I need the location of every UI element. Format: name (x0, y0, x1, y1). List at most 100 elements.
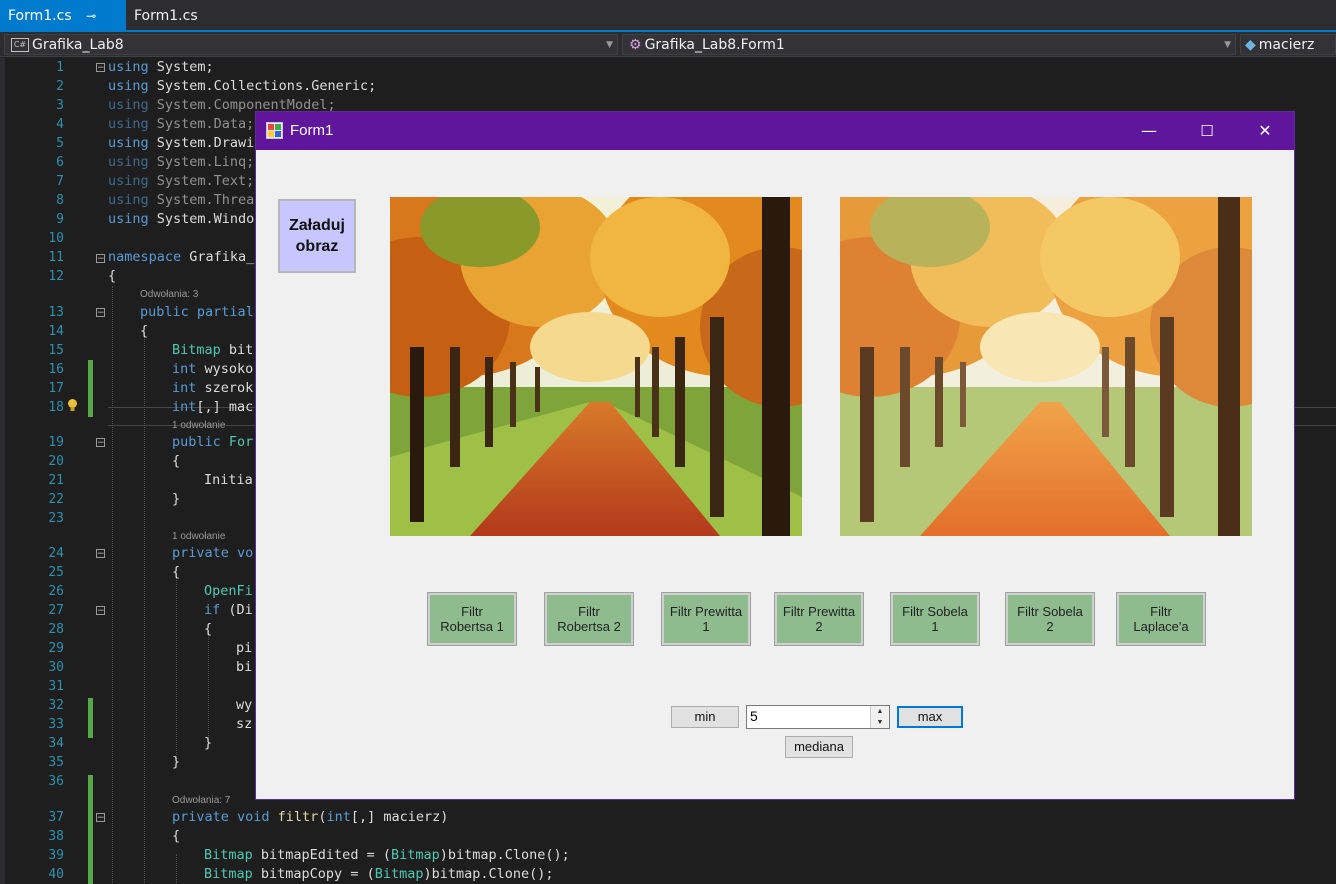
filtered-image (840, 197, 1252, 536)
code-text: bitmapCopy = ( (252, 866, 375, 882)
line-number: 7 (56, 174, 64, 189)
line-number: 14 (48, 324, 64, 339)
code-line: { (140, 323, 149, 339)
line-number: 5 (56, 136, 64, 151)
window-title: Form1 (290, 122, 334, 139)
reference-count-hint[interactable]: Odwołania: 7 (172, 795, 230, 806)
code-line: using System.Drawi (108, 134, 254, 153)
code-line: bi (236, 659, 253, 675)
line-number: 2 (56, 79, 64, 94)
minimize-button[interactable]: — (1126, 112, 1172, 150)
keyword: int (172, 361, 197, 377)
collapse-icon[interactable]: − (96, 438, 105, 448)
line-number: 13 (48, 305, 64, 320)
line-number: 36 (48, 774, 64, 789)
spin-up-icon[interactable]: ▲ (871, 706, 889, 717)
type-name: Bitmap (204, 866, 253, 882)
close-button[interactable]: ✕ (1242, 112, 1288, 150)
load-image-button[interactable]: Załaduj obraz (278, 199, 356, 273)
collapse-icon[interactable]: − (96, 254, 105, 264)
reference-count-hint[interactable]: 1 odwołanie (172, 420, 225, 431)
code-text: System; (148, 59, 214, 75)
filter-prewitt-2-button[interactable]: Filtr Prewitta 2 (774, 592, 864, 646)
code-line: namespace Grafika_ (108, 248, 254, 267)
line-number: 4 (56, 117, 64, 132)
code-line: private void filtr(int[,] macierz) (172, 808, 448, 827)
code-line: if (Di (204, 601, 253, 620)
line-number: 26 (48, 584, 64, 599)
filter-roberts-1-button[interactable]: Filtr Robertsa 1 (427, 592, 517, 646)
line-number: 32 (48, 698, 64, 713)
tab-label: Form1.cs (8, 8, 72, 24)
type-name: Bitmap (204, 847, 253, 863)
collapse-icon[interactable]: − (96, 549, 105, 559)
collapse-icon[interactable]: − (96, 308, 105, 318)
project-name: Grafika_Lab8 (32, 37, 124, 53)
line-number: 29 (48, 641, 64, 656)
filter-sobel-1-button[interactable]: Filtr Sobela 1 (890, 592, 980, 646)
line-number: 30 (48, 660, 64, 675)
line-number: 3 (56, 98, 64, 113)
keyword: int (326, 809, 351, 825)
code-text: System.Linq; (148, 154, 255, 170)
code-text: bitmapEdited = ( (252, 847, 391, 863)
filter-prewitt-1-button[interactable]: Filtr Prewitta 1 (661, 592, 751, 646)
code-text: System.Windov (148, 211, 263, 227)
collapse-icon[interactable]: − (96, 813, 105, 823)
code-line: { (172, 564, 181, 580)
tab-form1-designer[interactable]: Form1.cs [Projekt] (126, 0, 266, 56)
line-number: 10 (48, 231, 64, 246)
median-filter-button[interactable]: mediana (785, 736, 853, 758)
pin-icon[interactable]: ⊸ (86, 0, 96, 32)
code-line: Bitmap bitmapEdited = (Bitmap)bitmap.Clo… (204, 846, 570, 865)
code-line: OpenFi (204, 582, 253, 601)
filter-roberts-2-button[interactable]: Filtr Robertsa 2 (544, 592, 634, 646)
numeric-spinner[interactable]: ▲ ▼ (870, 706, 889, 728)
project-dropdown[interactable]: C# Grafika_Lab8 ▼ (4, 34, 618, 55)
document-tab-strip: Form1.cs ⊸ ✕ Form1.cs [Projekt] (0, 0, 1336, 56)
line-number: 16 (48, 362, 64, 377)
chevron-down-icon: ▼ (606, 40, 613, 50)
keyword: public partial (140, 304, 254, 320)
line-number: 17 (48, 381, 64, 396)
filter-sobel-2-button[interactable]: Filtr Sobela 2 (1005, 592, 1095, 646)
code-line: { (204, 621, 213, 637)
class-dropdown[interactable]: ⚙ Grafika_Lab8.Form1 ▼ (622, 34, 1236, 55)
keyword: private void (172, 809, 270, 825)
window-title-bar[interactable]: Form1 — ☐ ✕ (256, 112, 1294, 150)
code-text: System.Drawi (148, 135, 255, 151)
code-text: bit (220, 342, 254, 358)
indent-guide (208, 630, 209, 744)
code-text: System.Text; (148, 173, 255, 189)
line-number: 37 (48, 810, 64, 825)
line-number: 1 (56, 60, 64, 75)
indent-guide (144, 331, 145, 884)
navigation-bar: C# Grafika_Lab8 ▼ ⚙ Grafika_Lab8.Form1 ▼ ◆… (0, 32, 1336, 57)
line-number: 8 (56, 193, 64, 208)
tab-form1-cs[interactable]: Form1.cs ⊸ ✕ (0, 0, 126, 56)
code-line: } (172, 754, 181, 770)
collapse-icon[interactable]: − (96, 606, 105, 616)
form1-window: Form1 — ☐ ✕ Załaduj obraz Filtr Robertsa… (255, 111, 1295, 800)
code-line: Bitmap bitmapCopy = (Bitmap)bitmap.Clone… (204, 865, 554, 884)
lightbulb-icon[interactable] (66, 398, 79, 412)
spin-down-icon[interactable]: ▼ (871, 717, 889, 728)
kernel-size-input[interactable]: 5 ▲ ▼ (746, 705, 890, 729)
max-filter-button[interactable]: max (897, 706, 963, 728)
min-filter-button[interactable]: min (671, 706, 739, 728)
line-number: 27 (48, 603, 64, 618)
reference-count-hint[interactable]: Odwołania: 3 (140, 289, 198, 300)
reference-count-hint[interactable]: 1 odwołanie (172, 531, 225, 542)
member-dropdown[interactable]: ◆ macierz (1240, 34, 1336, 55)
line-number: 39 (48, 848, 64, 863)
indent-guide (112, 286, 113, 884)
line-number: 22 (48, 492, 64, 507)
type-name: OpenFi (204, 583, 253, 599)
filter-laplace-button[interactable]: Filtr Laplace'a (1116, 592, 1206, 646)
class-name: Grafika_Lab8.Form1 (644, 37, 785, 53)
keyword: int (172, 380, 197, 396)
maximize-button[interactable]: ☐ (1184, 112, 1230, 150)
collapse-icon[interactable]: − (96, 63, 105, 73)
change-marker (88, 360, 93, 417)
code-line: int[,] mac (172, 398, 253, 417)
